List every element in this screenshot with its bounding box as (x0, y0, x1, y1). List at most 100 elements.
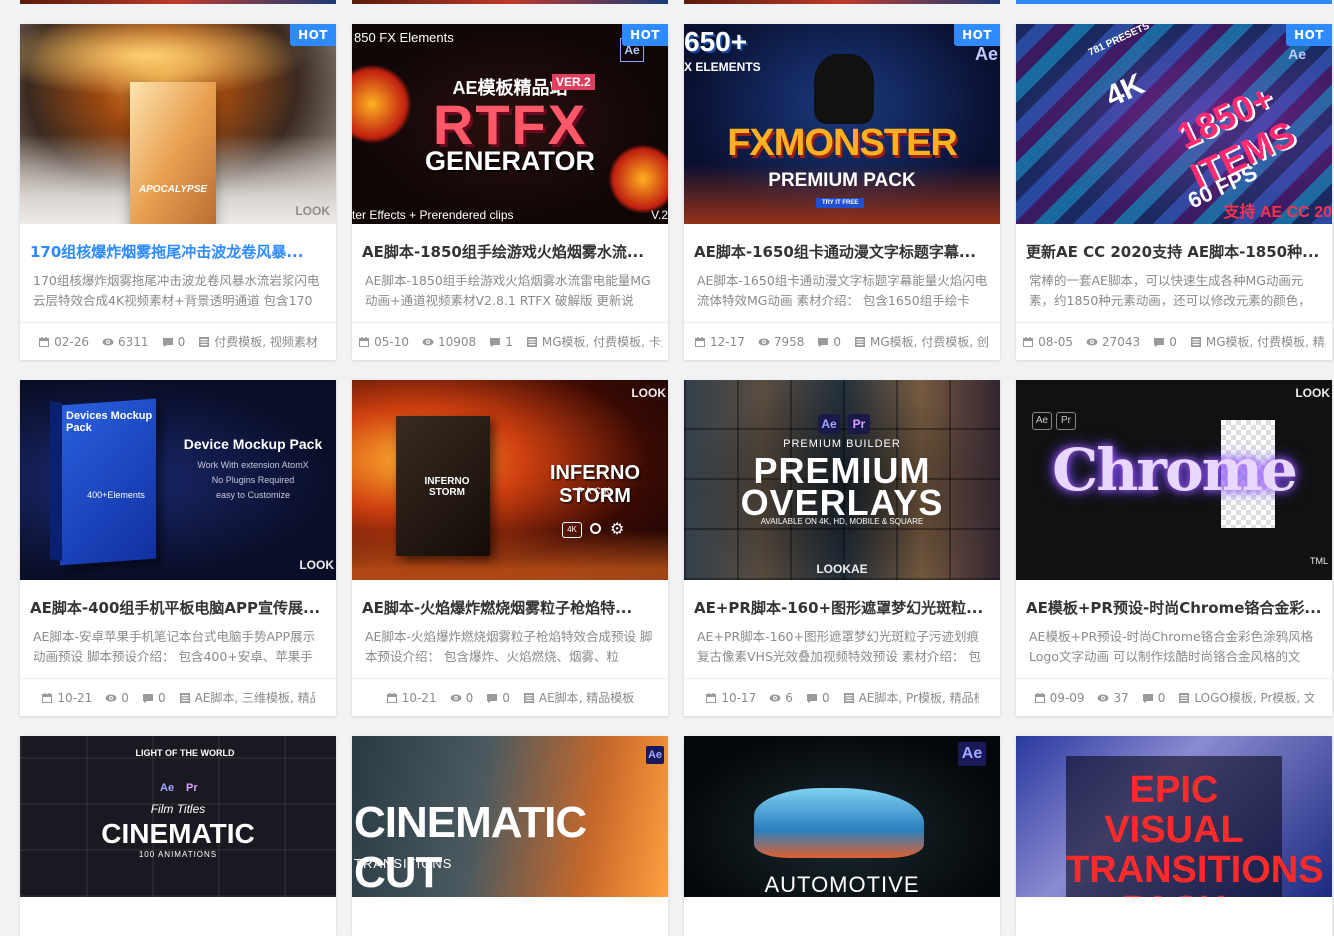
calendar-icon (42, 692, 53, 703)
post-card[interactable]: Ae Pr PREMIUM BUILDER PREMIUM OVERLAYS A… (684, 380, 1000, 716)
calendar-icon (386, 692, 397, 703)
post-excerpt: AE脚本-1850组手绘游戏火焰烟雾水流雷电能量MG动画+通道视频素材V2.8.… (365, 273, 651, 308)
thumb-formats: AVAILABLE ON 4K, HD, MOBILE & SQUARE (760, 517, 924, 526)
post-excerpt: AE模板+PR预设-时尚Chrome铬合金彩色涂鸦风格Logo文字动画 可以制作… (1029, 629, 1314, 664)
post-meta: 09-09 37 0 LOGO模板, Pr模板, 文字模 (1016, 678, 1332, 716)
post-thumbnail[interactable]: 781 PRESETS 4K 1850+ ITEMS 60 FPS 支持 AE … (1016, 24, 1332, 224)
post-card[interactable]: LIGHT OF THE WORLD Ae Pr Film Titles CIN… (20, 736, 336, 936)
post-thumbnail[interactable]: AUTOMOTIVE Ae (684, 736, 1000, 897)
eye-icon (422, 338, 434, 345)
post-categories[interactable]: MG模板, 付费模板, 创意 (870, 333, 990, 350)
post-card[interactable]: CINEMATIC CUT TRANSITIONS Ae (352, 736, 668, 936)
post-categories[interactable]: MG模板, 付费模板, 卡通 (542, 333, 662, 350)
post-card[interactable]: 850 FX Elements AE模板精品站 VER.2 RTFX GENER… (352, 24, 668, 360)
post-card[interactable]: 650+ X ELEMENTS FXMONSTER PREMIUM PACK T… (684, 24, 1000, 360)
comment-icon (490, 337, 501, 347)
post-comments: 0 (821, 690, 830, 705)
previous-row-strip (20, 0, 1334, 4)
post-thumbnail[interactable]: 650+ X ELEMENTS FXMONSTER PREMIUM PACK T… (684, 24, 1000, 224)
post-categories[interactable]: AE脚本, Pr模板, 精品模板 (859, 689, 979, 706)
post-date: 10-21 (57, 690, 93, 705)
eye-icon (102, 338, 114, 345)
thumb-box-label: Devices Mockup Pack (66, 410, 153, 434)
post-title[interactable]: AE脚本-1650组卡通动漫文字标题字幕... (684, 224, 1000, 263)
gear-icon: ⚙ (610, 519, 625, 538)
thumb-subtitle: TRANSITIONS (354, 856, 453, 871)
post-excerpt: AE+PR脚本-160+图形遮罩梦幻光斑粒子污迹划痕复古像素VHS光效叠加视频特… (697, 629, 981, 664)
post-views: 7958 (773, 334, 805, 349)
post-meta: 05-10 10908 1 MG模板, 付费模板, 卡通 (352, 322, 668, 360)
thumb-version: VER.2 (552, 74, 595, 90)
post-views: 6311 (118, 334, 149, 349)
post-categories[interactable]: MG模板, 付费模板, 精品 (1206, 333, 1326, 350)
thumb-title: EPIC VISUAL TRANSITIONS PACK (1066, 769, 1324, 897)
post-categories[interactable]: 付费模板, 视频素材 (214, 333, 318, 350)
post-meta: 02-26 6311 0 付费模板, 视频素材 (20, 322, 336, 360)
thumb-title: APOCALYPSE (138, 184, 208, 195)
post-card[interactable]: EPIC VISUAL TRANSITIONS PACK (1016, 736, 1332, 936)
eye-icon (769, 694, 781, 701)
thumb-caption: X ELEMENTS (684, 60, 761, 74)
post-comments: 0 (177, 334, 186, 349)
post-categories[interactable]: AE脚本, 三维模板, 精品模板 (195, 689, 315, 706)
post-title[interactable]: AE模板+PR预设-时尚Chrome铬合金彩... (1016, 580, 1332, 619)
pr-badge-icon: Pr (1056, 412, 1076, 430)
ae-badge-icon: Ae (646, 746, 664, 764)
pr-badge-icon: Pr (848, 414, 870, 434)
post-date: 10-21 (401, 690, 437, 705)
thumb-subtitle: PREMIUM PACK (768, 170, 916, 191)
post-title[interactable]: AE脚本-火焰爆炸燃烧烟雾粒子枪焰特... (352, 580, 668, 619)
post-title[interactable]: 170组核爆炸烟雾拖尾冲击波龙卷风暴... (20, 224, 336, 263)
category-icon (199, 336, 210, 347)
post-title[interactable]: 更新AE CC 2020支持 AE脚本-1850种... (1016, 224, 1332, 263)
post-thumbnail[interactable]: EPIC VISUAL TRANSITIONS PACK (1016, 736, 1332, 897)
post-categories[interactable]: AE脚本, 精品模板 (539, 689, 634, 706)
hot-badge: HOT (290, 24, 336, 46)
post-excerpt: AE脚本-安卓苹果手机笔记本台式电脑手势APP展示动画预设 脚本预设介绍： 包含… (33, 629, 316, 664)
post-comments: 0 (502, 690, 510, 705)
thumb-element-count: 400+Elements (87, 490, 145, 500)
post-thumbnail[interactable]: Ae Pr PREMIUM BUILDER PREMIUM OVERLAYS A… (684, 380, 1000, 580)
post-date: 12-17 (709, 334, 745, 349)
post-card[interactable]: APOCALYPSE LOOK HOT 170组核爆炸烟雾拖尾冲击波龙卷风暴..… (20, 24, 336, 360)
ae-badge-icon: Ae (160, 782, 175, 794)
category-icon (523, 692, 534, 703)
post-thumbnail[interactable]: INFERNO STORM INFERNO STORM PACK 4K ⚙ LO… (352, 380, 668, 580)
post-card[interactable]: Chrome Ae Pr LOOK TML AE模板+PR预设-时尚Chrome… (1016, 380, 1332, 716)
post-card[interactable]: INFERNO STORM INFERNO STORM PACK 4K ⚙ LO… (352, 380, 668, 716)
post-thumbnail[interactable]: 850 FX Elements AE模板精品站 VER.2 RTFX GENER… (352, 24, 668, 224)
post-thumbnail[interactable]: Devices Mockup Pack 400+Elements Device … (20, 380, 336, 580)
post-meta: 10-21 0 0 AE脚本, 三维模板, 精品模板 (20, 678, 336, 716)
post-title[interactable]: AE脚本-1850组手绘游戏火焰烟雾水流... (352, 224, 668, 263)
thumb-line-top: LIGHT OF THE WORLD (135, 748, 235, 758)
thumb-title: CINEMATIC (101, 818, 255, 849)
post-card[interactable]: AUTOMOTIVE Ae (684, 736, 1000, 936)
post-thumbnail[interactable]: Chrome Ae Pr LOOK TML (1016, 380, 1332, 580)
thumb-footer: ter Effects + Prerendered clips (352, 208, 514, 222)
eye-icon (758, 338, 770, 345)
category-icon (843, 692, 854, 703)
post-date: 05-10 (374, 334, 410, 349)
post-categories[interactable]: LOGO模板, Pr模板, 文字模 (1194, 689, 1314, 706)
thumb-line-3: easy to Customize (215, 490, 291, 500)
ae-badge-icon: Ae (958, 742, 986, 766)
post-thumbnail[interactable]: LIGHT OF THE WORLD Ae Pr Film Titles CIN… (20, 736, 336, 897)
comment-icon (487, 693, 498, 703)
calendar-icon (1023, 336, 1034, 347)
post-title[interactable]: AE+PR脚本-160+图形遮罩梦幻光斑粒... (684, 580, 1000, 619)
post-card[interactable]: 781 PRESETS 4K 1850+ ITEMS 60 FPS 支持 AE … (1016, 24, 1332, 360)
post-title[interactable]: AE脚本-400组手机平板电脑APP宣传展... (20, 580, 336, 619)
hot-badge: HOT (1286, 24, 1332, 46)
post-card[interactable]: Devices Mockup Pack 400+Elements Device … (20, 380, 336, 716)
thumb-watermark: LOOKAE (816, 562, 868, 576)
ae-badge-icon: Ae (818, 414, 840, 434)
thumb-footer: 支持 AE CC 20 (1223, 204, 1332, 221)
post-views: 37 (1113, 690, 1129, 705)
comment-icon (1154, 337, 1165, 347)
thumb-title: FXMONSTER (727, 122, 958, 164)
category-icon (855, 336, 866, 347)
calendar-icon (39, 336, 50, 347)
ae-badge-icon: Ae (1032, 412, 1052, 430)
post-thumbnail[interactable]: APOCALYPSE LOOK HOT (20, 24, 336, 224)
post-thumbnail[interactable]: CINEMATIC CUT TRANSITIONS Ae (352, 736, 668, 897)
